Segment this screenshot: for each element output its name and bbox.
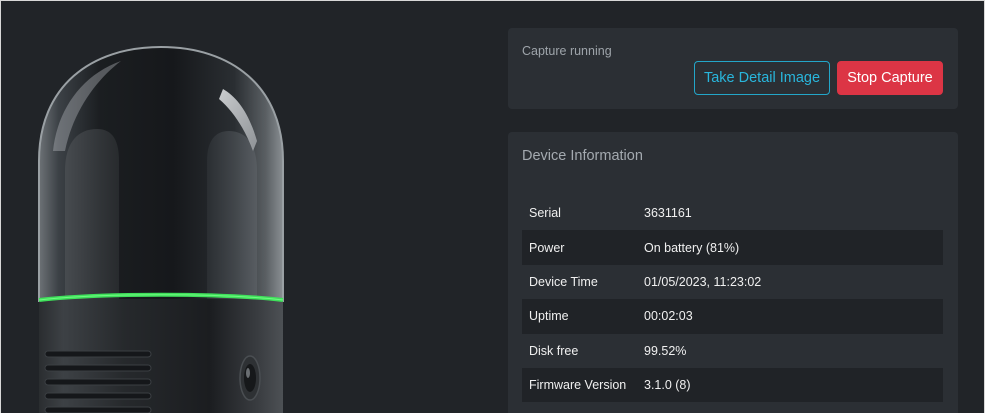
table-row-serial: Serial 3631161 — [522, 196, 943, 230]
row-key: Uptime — [529, 309, 569, 324]
row-key: Power — [529, 240, 565, 255]
device-information-card: Device Information Serial 3631161 Power … — [508, 132, 958, 413]
capture-status-text: Capture running — [522, 44, 612, 58]
table-row-uptime: Uptime 00:02:03 — [522, 299, 943, 334]
device-illustration — [1, 1, 321, 413]
row-value: On battery (81%) — [644, 240, 740, 255]
row-value: 00:02:03 — [644, 309, 693, 324]
row-value: 99.52% — [644, 343, 687, 358]
row-key: Serial — [529, 206, 561, 221]
row-value: 3.1.0 (8) — [644, 378, 691, 393]
table-row-power: Power On battery (81%) — [522, 230, 943, 265]
row-key: Disk free — [529, 343, 579, 358]
stop-capture-button[interactable]: Stop Capture — [837, 61, 943, 95]
table-row-firmware-version: Firmware Version 3.1.0 (8) — [522, 367, 943, 403]
row-key: Device Time — [529, 274, 598, 289]
row-value: 3631161 — [644, 206, 692, 221]
row-value: 01/05/2023, 11:23:02 — [644, 274, 762, 289]
table-row-disk-free: Disk free 99.52% — [522, 334, 943, 368]
capture-status-card: Capture running Take Detail Image Stop C… — [508, 28, 958, 109]
scanner-device-image — [38, 45, 284, 413]
take-detail-image-button[interactable]: Take Detail Image — [694, 61, 830, 95]
table-row-device-time: Device Time 01/05/2023, 11:23:02 — [522, 265, 943, 299]
device-information-table: Serial 3631161 Power On battery (81%) De… — [522, 196, 943, 403]
row-key: Firmware Version — [529, 378, 627, 393]
app-window: Capture running Take Detail Image Stop C… — [0, 0, 985, 413]
device-information-title: Device Information — [522, 148, 643, 164]
